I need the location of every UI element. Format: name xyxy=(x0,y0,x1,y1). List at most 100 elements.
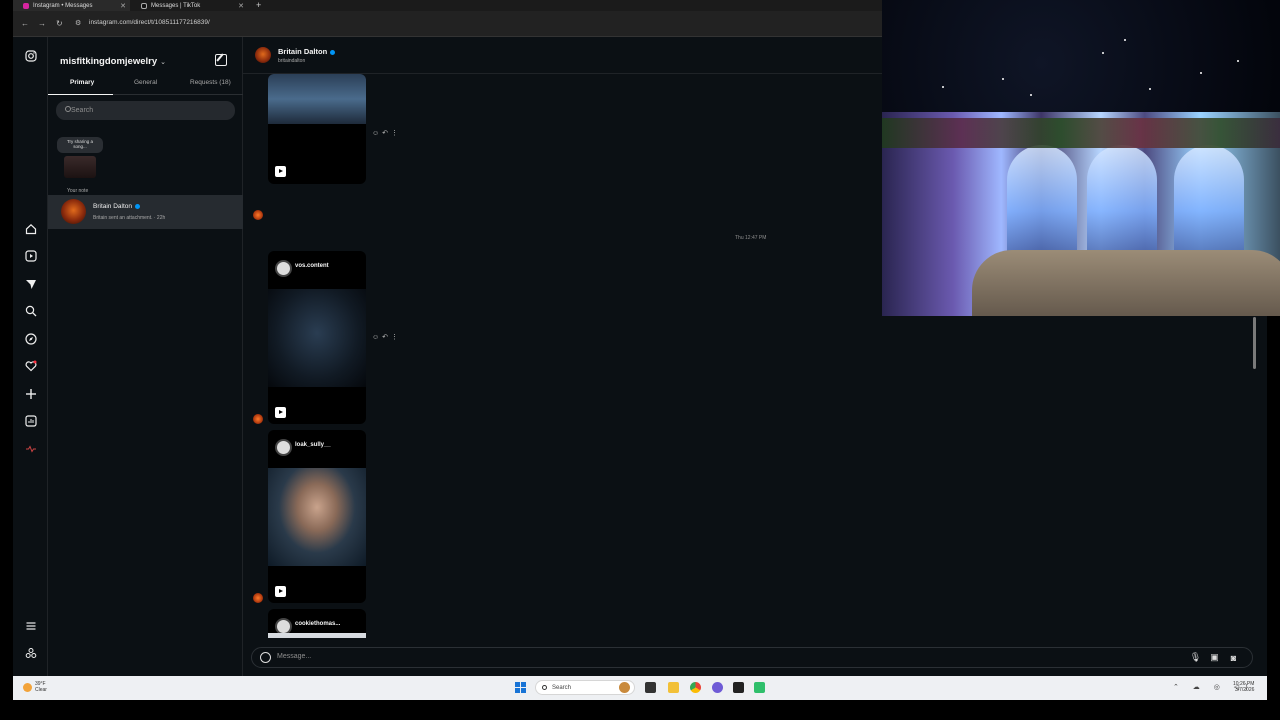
menu-icon[interactable] xyxy=(24,619,37,632)
shared-post[interactable]: loak_sully__ xyxy=(268,430,366,603)
account-switcher[interactable]: misfitkingdomjewelry ⌄ xyxy=(60,56,166,67)
tab-tiktok-messages[interactable]: Messages | TikTok ✕ xyxy=(131,0,248,11)
message-input[interactable]: Message... xyxy=(277,653,311,660)
conversation-name: Britain Dalton xyxy=(93,203,141,210)
explore-icon[interactable] xyxy=(24,332,37,345)
thread-title-text: Britain Dalton xyxy=(278,47,328,56)
new-tab-button[interactable]: + xyxy=(256,0,261,10)
more-icon[interactable]: ⋮ xyxy=(391,130,401,137)
video-overlay xyxy=(882,0,1280,316)
chrome-icon[interactable] xyxy=(690,682,701,693)
star xyxy=(1030,94,1032,96)
messages-icon[interactable] xyxy=(24,277,37,290)
url-field[interactable]: instagram.com/direct/t/108511177216839/ xyxy=(89,19,210,26)
file-explorer-icon[interactable] xyxy=(668,682,679,693)
app-icon[interactable] xyxy=(754,682,765,693)
dashboard-icon[interactable] xyxy=(24,414,37,427)
search-input[interactable]: Search xyxy=(56,101,235,120)
scrollbar-thumb[interactable] xyxy=(1253,317,1256,369)
home-icon[interactable] xyxy=(24,222,37,235)
post-author[interactable]: loak_sully__ xyxy=(295,442,331,448)
tab-title: Messages | TikTok xyxy=(151,2,201,9)
verified-badge-icon xyxy=(135,203,141,209)
thread-handle: britaindalton xyxy=(278,58,306,64)
message-composer[interactable]: Message... 🎙 ▣ ◙ xyxy=(251,647,1253,668)
search-icon xyxy=(542,685,547,690)
widget-icon[interactable] xyxy=(619,682,630,693)
arch-window xyxy=(1174,145,1244,255)
browser-tab-bar: Instagram • Messages ✕ Messages | TikTok… xyxy=(13,0,882,11)
star xyxy=(1237,60,1239,62)
shared-post[interactable]: vos.content xyxy=(268,251,366,424)
new-message-icon[interactable] xyxy=(215,54,227,66)
post-author-avatar xyxy=(275,260,292,277)
tab-requests[interactable]: Requests (18) xyxy=(190,79,231,86)
tab-instagram-messages[interactable]: Instagram • Messages ✕ xyxy=(13,0,130,11)
reels-icon[interactable] xyxy=(24,249,37,262)
nav-rail xyxy=(13,37,48,676)
star xyxy=(942,86,944,88)
messenger-icon[interactable] xyxy=(712,682,723,693)
star xyxy=(1149,88,1151,90)
search-placeholder: Search xyxy=(71,107,94,114)
search-icon xyxy=(65,106,71,112)
star xyxy=(1102,52,1104,54)
taskbar: 39°F Clear Search ⌃ ☁ ◎ ◁) 10:26 PM 3/7/… xyxy=(13,676,1267,700)
shared-post[interactable]: cookiethomas... xyxy=(268,609,366,638)
post-author[interactable]: vos.content xyxy=(295,263,329,269)
star xyxy=(1124,39,1126,41)
reload-icon[interactable]: ↻ xyxy=(56,19,63,28)
threads-icon[interactable] xyxy=(24,442,37,455)
close-tab-icon[interactable]: ✕ xyxy=(120,2,126,10)
arch-window xyxy=(1087,145,1157,255)
react-icon[interactable]: ☺ xyxy=(372,130,382,137)
weather-widget[interactable]: 39°F Clear xyxy=(23,681,47,693)
star xyxy=(1200,72,1202,74)
instagram-logo-icon[interactable] xyxy=(24,49,37,62)
more-icon[interactable]: ⋮ xyxy=(391,334,401,341)
sender-avatar xyxy=(253,414,263,424)
flower-vines xyxy=(882,118,1280,148)
post-author[interactable]: cookiethomas... xyxy=(295,621,340,627)
conversation-item[interactable]: Britain Dalton Britain sent an attachmen… xyxy=(48,195,243,229)
avatar[interactable] xyxy=(255,47,271,63)
note-bubble: Try sharing a song... xyxy=(57,137,103,153)
tab-primary[interactable]: Primary xyxy=(70,79,94,86)
task-view-icon[interactable] xyxy=(645,682,656,693)
search-icon[interactable] xyxy=(24,304,37,317)
site-info-icon[interactable]: ⚙ xyxy=(75,19,81,27)
inbox-tabs: Primary General Requests (18) xyxy=(48,79,243,95)
meta-icon[interactable] xyxy=(24,646,37,659)
message-timestamp: Thu 12:47 PM xyxy=(735,235,767,241)
clock-date: 3/7/2026 xyxy=(1234,687,1255,693)
shared-post[interactable] xyxy=(268,74,366,184)
reply-icon[interactable]: ↶ xyxy=(382,334,391,341)
back-icon[interactable]: ← xyxy=(21,19,29,28)
post-image-navi-face-dark xyxy=(268,289,366,387)
screen: Instagram • Messages ✕ Messages | TikTok… xyxy=(0,0,1280,720)
create-icon[interactable] xyxy=(24,387,37,400)
post-image-two-people xyxy=(268,633,366,638)
react-icon[interactable]: ☺ xyxy=(372,334,382,341)
your-note[interactable]: Try sharing a song... Your note xyxy=(56,137,104,194)
emoji-icon[interactable] xyxy=(260,652,271,663)
reel-play-icon xyxy=(275,586,286,597)
tab-general[interactable]: General xyxy=(134,79,157,86)
app-icon[interactable] xyxy=(733,682,744,693)
notifications-icon[interactable] xyxy=(24,359,37,372)
instagram-favicon-icon xyxy=(23,2,29,9)
conversation-name-text: Britain Dalton xyxy=(93,203,133,210)
tab-title: Instagram • Messages xyxy=(33,2,93,9)
start-button[interactable] xyxy=(515,682,526,693)
clock[interactable]: 10:26 PM 3/7/2026 xyxy=(1233,681,1254,693)
close-tab-icon[interactable]: ✕ xyxy=(238,2,244,10)
sender-avatar xyxy=(253,593,263,603)
forward-icon[interactable]: → xyxy=(38,19,46,28)
sticker-icon[interactable]: ◙ xyxy=(1228,652,1239,663)
image-icon[interactable]: ▣ xyxy=(1209,652,1220,663)
reply-icon[interactable]: ↶ xyxy=(382,130,391,137)
microphone-icon[interactable]: 🎙 xyxy=(1190,652,1201,663)
thread-title[interactable]: Britain Dalton xyxy=(278,47,336,56)
note-thumbnail xyxy=(64,156,96,178)
reel-play-icon xyxy=(275,407,286,418)
